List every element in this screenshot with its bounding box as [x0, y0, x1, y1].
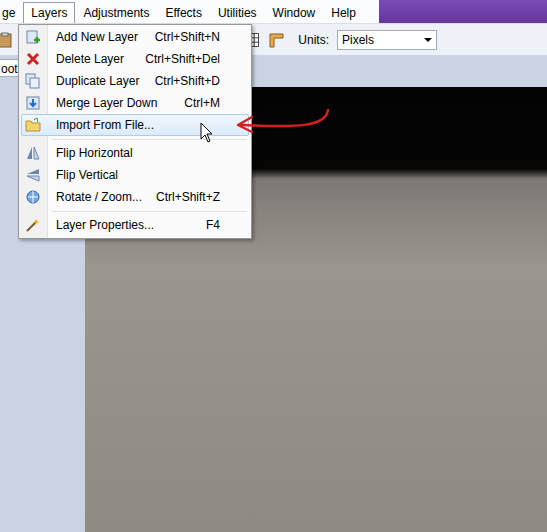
menu-item[interactable]: Rotate / Zoom... Ctrl+Shift+Z [21, 186, 249, 208]
mouse-cursor-icon [201, 123, 212, 142]
menu-item[interactable]: Flip Horizontal [21, 142, 249, 164]
menu-item-label: Add New Layer [56, 30, 143, 44]
menu-item[interactable]: Merge Layer Down Ctrl+M [21, 92, 249, 114]
menu-item-icon [25, 51, 41, 67]
menu-item-icon [25, 145, 41, 161]
menu-item-icon [25, 29, 41, 45]
menu-bar-item[interactable]: Help [323, 2, 364, 23]
menu-item-label: Merge Layer Down [56, 96, 172, 110]
menu-item-shortcut: F4 [206, 218, 220, 232]
menu-item[interactable]: Import From File... [21, 114, 249, 136]
menu-item-icon [25, 95, 41, 111]
layers-menu: Add New Layer Ctrl+Shift+N Delete Layer Ctr… [18, 24, 252, 239]
menu-separator [52, 211, 247, 212]
menu-item[interactable]: Layer Properties... F4 [21, 214, 249, 236]
units-label: Units: [298, 33, 329, 47]
menu-item[interactable]: Add New Layer Ctrl+Shift+N [21, 26, 249, 48]
menu-item-label: Delete Layer [56, 52, 133, 66]
title-bar [379, 0, 547, 23]
paste-icon[interactable] [0, 32, 12, 48]
ruler-icon[interactable] [268, 32, 284, 48]
menu-item[interactable]: Delete Layer Ctrl+Shift+Del [21, 48, 249, 70]
menu-item-label: Flip Vertical [56, 168, 220, 182]
menu-item[interactable]: Duplicate Layer Ctrl+Shift+D [21, 70, 249, 92]
menu-bar-item[interactable]: ge [0, 2, 23, 23]
menu-item-icon [25, 189, 41, 205]
menu-item-label: Layer Properties... [56, 218, 194, 232]
menu-item-label: Import From File... [56, 118, 220, 132]
menu-bar-item[interactable]: Layers [23, 2, 75, 23]
menu-item[interactable]: Flip Vertical [21, 164, 249, 186]
menu-item-shortcut: Ctrl+M [184, 96, 220, 110]
menu-item-label: Flip Horizontal [56, 146, 220, 160]
menu-bar-item[interactable]: Adjustments [75, 2, 157, 23]
menu-item-icon [25, 217, 41, 233]
menu-bar-item[interactable]: Effects [157, 2, 209, 23]
menu-separator [52, 139, 247, 140]
menu-item-shortcut: Ctrl+Shift+Del [145, 52, 220, 66]
red-arrow-icon [242, 110, 328, 126]
menu-item-label: Rotate / Zoom... [56, 190, 144, 204]
units-select[interactable]: Pixels [337, 30, 437, 50]
dropdown-arrow-icon [424, 38, 432, 42]
menu-item-icon [25, 117, 41, 133]
menu-bar-item[interactable]: Utilities [210, 2, 265, 23]
menu-bar-item[interactable]: Window [265, 2, 324, 23]
menu-item-shortcut: Ctrl+Shift+D [155, 74, 220, 88]
menu-item-icon [25, 73, 41, 89]
menu-item-icon [25, 167, 41, 183]
menu-item-label: Duplicate Layer [56, 74, 143, 88]
menu-bar: geLayersAdjustmentsEffectsUtilitiesWindo… [0, 0, 547, 24]
annotation-overlay [0, 0, 547, 532]
menu-item-shortcut: Ctrl+Shift+Z [156, 190, 220, 204]
menu-item-shortcut: Ctrl+Shift+N [155, 30, 220, 44]
units-value: Pixels [342, 33, 374, 47]
paint-window: geLayersAdjustmentsEffectsUtilitiesWindo… [0, 0, 547, 532]
